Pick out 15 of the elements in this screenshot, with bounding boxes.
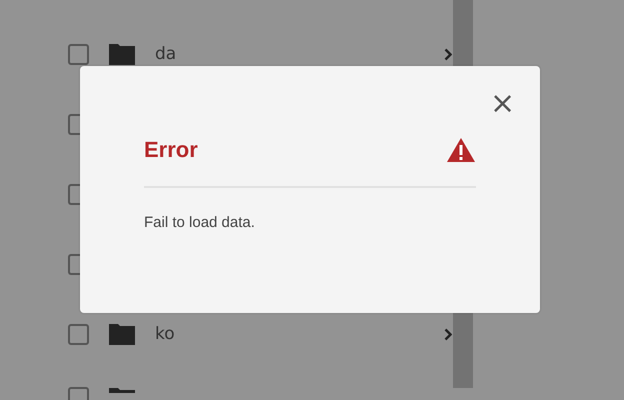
- checkbox[interactable]: [68, 44, 89, 64]
- checkbox[interactable]: [68, 184, 80, 204]
- checkbox[interactable]: [68, 254, 80, 274]
- warning-icon: [446, 137, 476, 163]
- checkbox[interactable]: [68, 114, 80, 134]
- chevron-icon[interactable]: [444, 328, 452, 340]
- folder-name[interactable]: da: [155, 44, 176, 64]
- folder-icon: [109, 323, 135, 345]
- checkbox[interactable]: [68, 324, 89, 344]
- error-message: Fail to load data.: [144, 214, 256, 231]
- dialog-title: Error: [144, 137, 198, 163]
- close-button[interactable]: ×: [490, 92, 514, 116]
- folder-icon: [109, 387, 135, 393]
- folder-name[interactable]: ko: [155, 324, 175, 344]
- chevron-icon[interactable]: [444, 48, 452, 60]
